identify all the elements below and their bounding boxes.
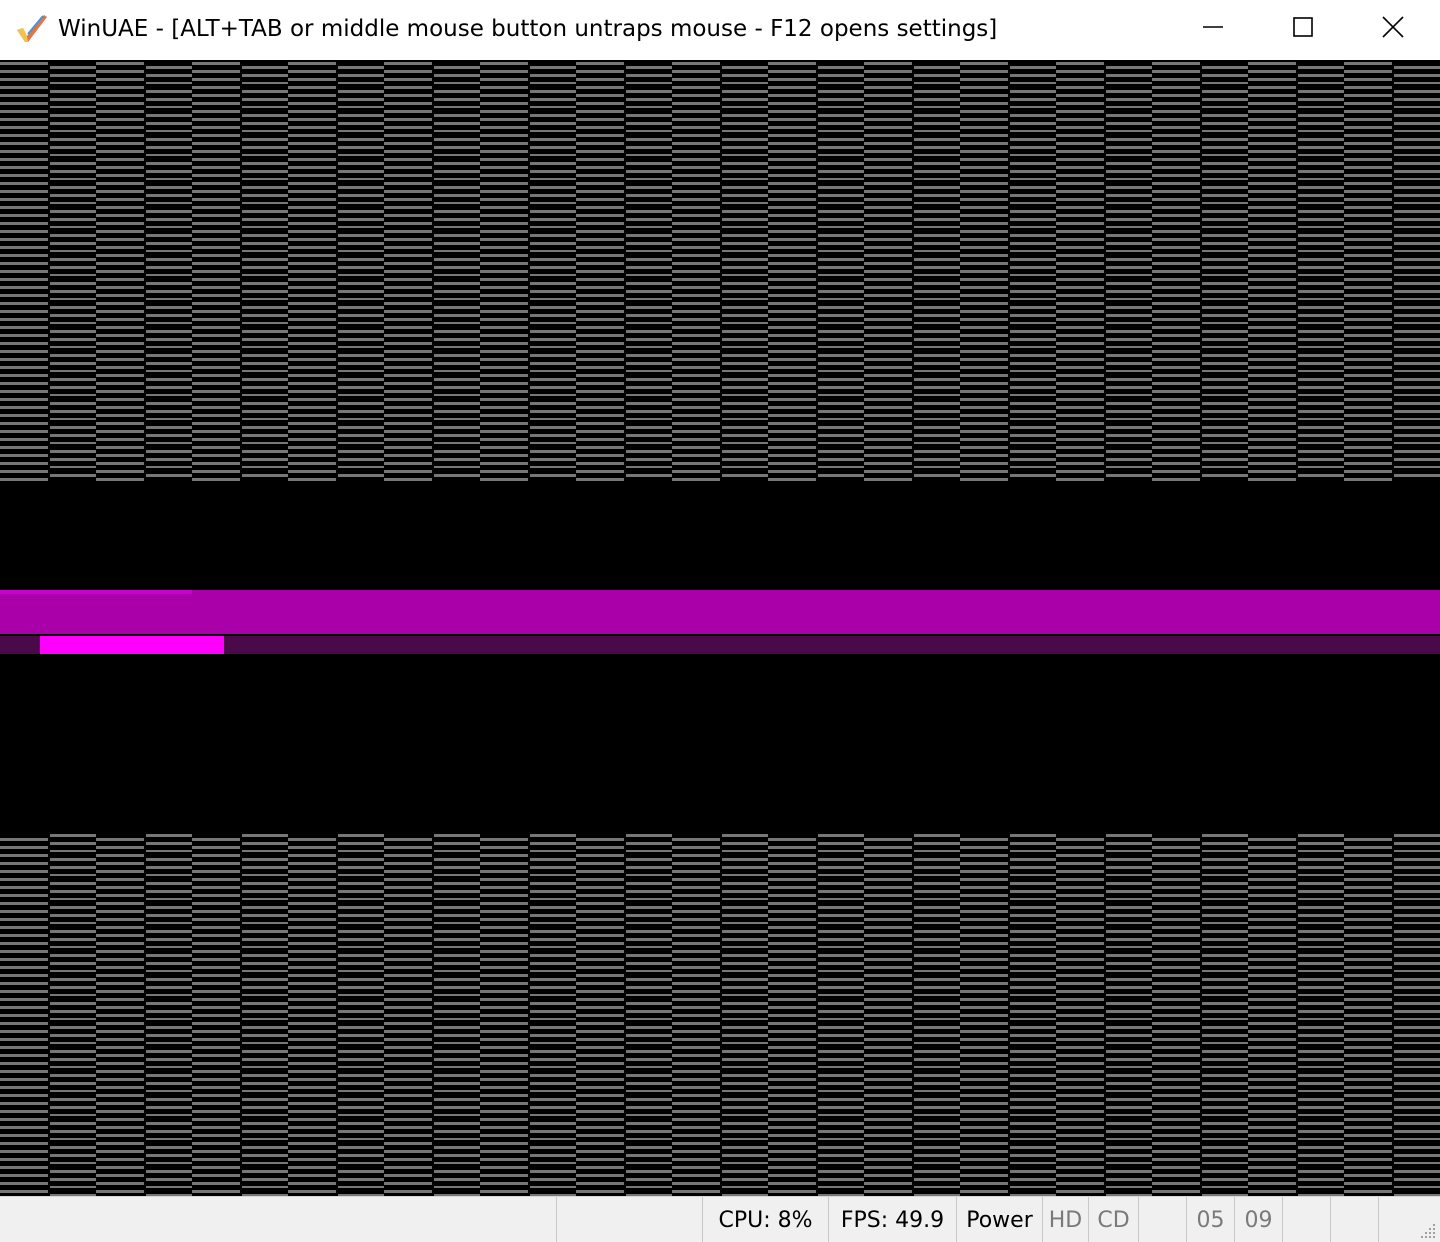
hd-led[interactable]: HD [1042,1197,1088,1242]
power-led[interactable]: Power [956,1197,1042,1242]
upper-stripe-region [0,60,1440,482]
status-empty-cell [556,1197,702,1242]
lower-stripe-region [0,834,1440,1196]
drive-empty-cell [1138,1197,1186,1242]
window-title: WinUAE - [ALT+TAB or middle mouse button… [58,16,998,42]
magenta-band [0,590,1440,634]
maximize-button[interactable] [1258,0,1348,58]
magenta-band-bright [40,636,224,654]
winuae-checkmark-icon[interactable] [14,12,50,44]
fps-counter: FPS: 49.9 [828,1197,956,1242]
title-bar[interactable]: WinUAE - [ALT+TAB or middle mouse button… [0,0,1440,60]
drive-df2-track[interactable] [1282,1197,1330,1242]
drive-df1-track[interactable]: 09 [1234,1197,1282,1242]
magenta-band-highlight [0,590,192,594]
drive-df0-track[interactable]: 05 [1186,1197,1234,1242]
drive-df3-track[interactable] [1330,1197,1378,1242]
cpu-usage: CPU: 8% [702,1197,828,1242]
minimize-icon [1201,15,1225,43]
maximize-icon [1291,15,1315,43]
resize-grip-icon[interactable] [1419,1221,1437,1239]
status-bar: CPU: 8% FPS: 49.9 Power HD CD 05 09 [0,1196,1440,1242]
minimize-button[interactable] [1168,0,1258,58]
emulator-display[interactable] [0,60,1440,1196]
close-icon [1380,14,1406,44]
winuae-window: WinUAE - [ALT+TAB or middle mouse button… [0,0,1440,1242]
cd-led[interactable]: CD [1088,1197,1138,1242]
close-button[interactable] [1348,0,1438,58]
